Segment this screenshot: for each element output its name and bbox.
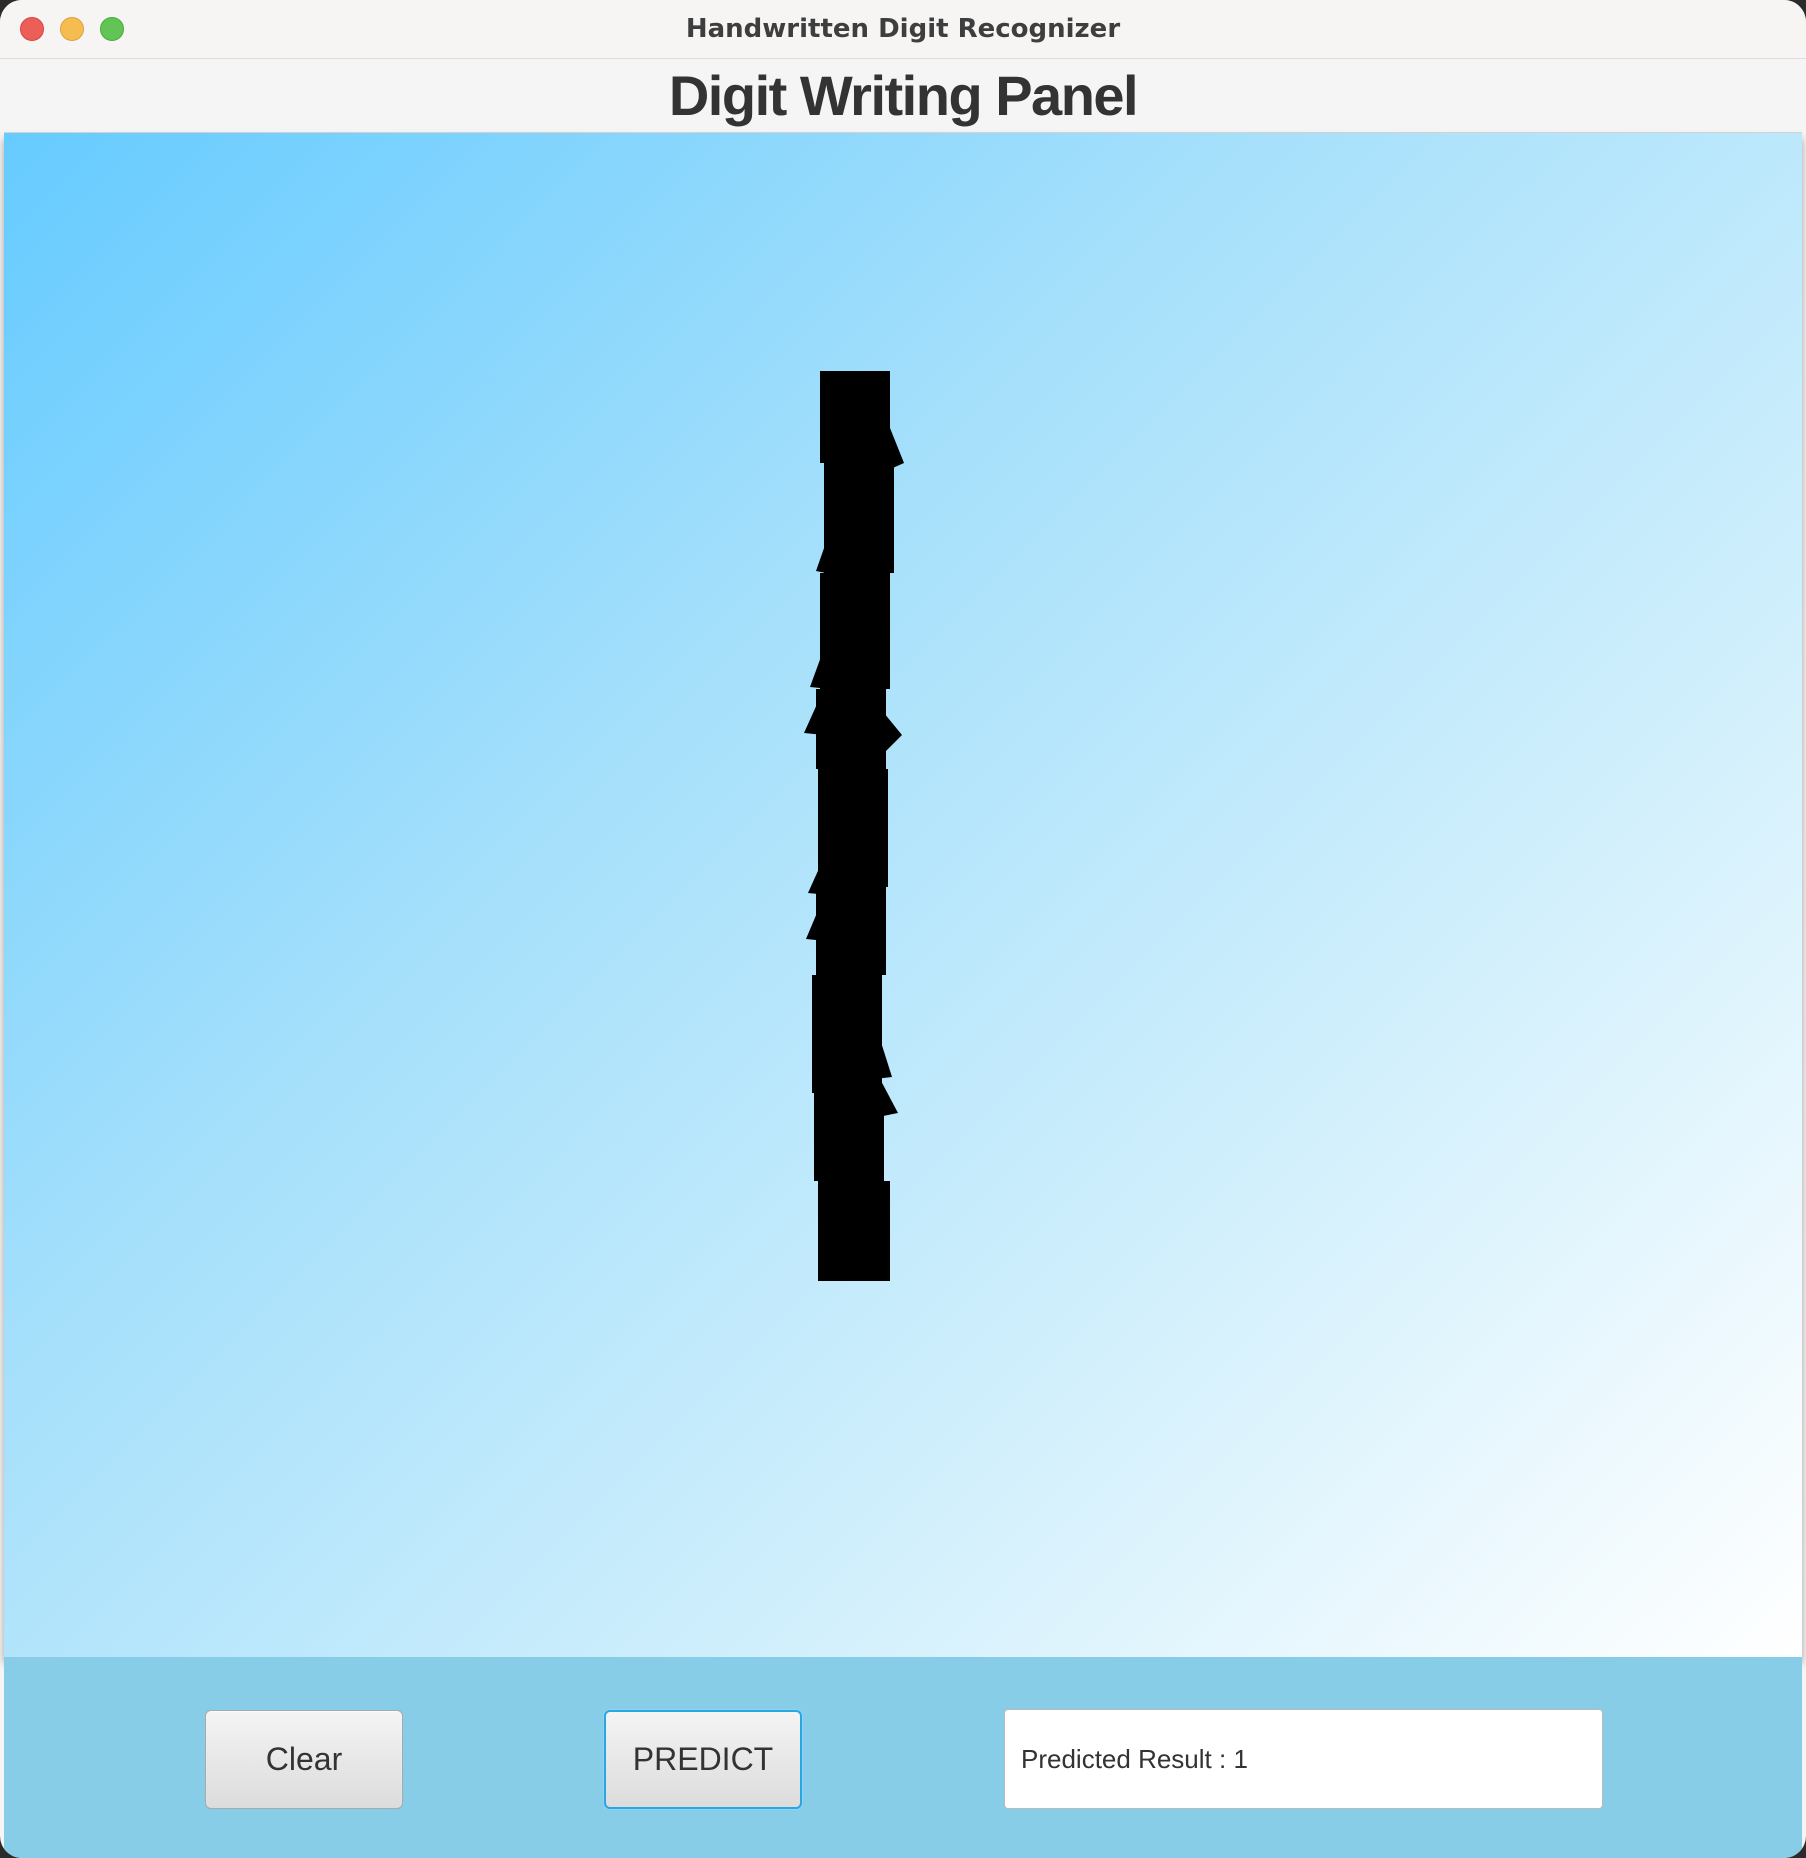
handwritten-stroke (804, 371, 904, 1281)
window-title: Handwritten Digit Recognizer (685, 14, 1121, 44)
stroke-edge (878, 1079, 898, 1117)
predict-button[interactable]: PREDICT (604, 1710, 802, 1809)
stroke-edge (884, 713, 902, 753)
stroke-segment (820, 573, 890, 689)
stroke-segment (814, 1093, 884, 1181)
panel-header: Digit Writing Panel (4, 59, 1802, 133)
predicted-result-field[interactable]: Predicted Result : 1 (1004, 1709, 1603, 1809)
stroke-segment (824, 463, 894, 573)
stroke-segment (816, 887, 886, 975)
stroke-edge (884, 413, 904, 471)
panel-title: Digit Writing Panel (668, 64, 1139, 127)
control-bar: Clear PREDICT Predicted Result : 1 (4, 1657, 1802, 1858)
predicted-result-value: 1 (1233, 1744, 1248, 1774)
drawing-canvas[interactable] (4, 133, 1802, 1657)
stroke-segment (818, 1181, 890, 1281)
stroke-segment (816, 689, 886, 769)
app-window: Handwritten Digit Recognizer Digit Writi… (0, 0, 1806, 1858)
stroke-segment (820, 371, 890, 463)
stroke-edge (804, 693, 824, 735)
clear-button[interactable]: Clear (205, 1710, 403, 1809)
stroke-segment (818, 769, 888, 887)
stroke-segment (812, 975, 882, 1093)
title-bar[interactable]: Handwritten Digit Recognizer (0, 0, 1806, 59)
predicted-result-label: Predicted Result : (1021, 1744, 1234, 1774)
